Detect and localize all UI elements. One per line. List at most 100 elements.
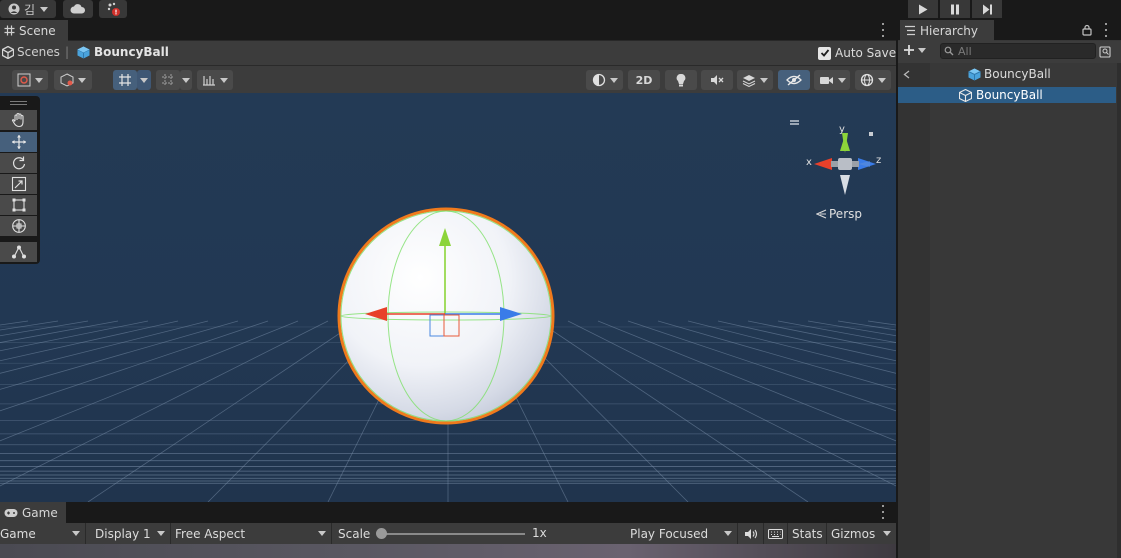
- account-dropdown[interactable]: 김: [0, 0, 56, 18]
- auto-save-toggle[interactable]: Auto Save: [818, 46, 896, 60]
- camera-settings-dropdown[interactable]: [814, 70, 850, 90]
- scale-slider-thumb[interactable]: [376, 528, 387, 539]
- scene-visibility-toggle[interactable]: [778, 70, 810, 90]
- chevron-down-icon: [883, 531, 891, 536]
- rect-tool-button[interactable]: [0, 195, 37, 215]
- scale-value: 1x: [532, 526, 547, 540]
- transform-tool-button[interactable]: [0, 216, 37, 236]
- scene-more-menu-icon[interactable]: [878, 23, 888, 37]
- breadcrumb: Scenes | BouncyBall Auto Save: [0, 41, 896, 65]
- aspect-select[interactable]: Free Aspect: [171, 523, 332, 544]
- hierarchy-scene-header[interactable]: BouncyBall: [898, 64, 1121, 84]
- mute-audio-button[interactable]: [738, 523, 764, 544]
- scene-tab-strip: Scene: [0, 20, 896, 41]
- chevron-down-icon: [140, 77, 148, 83]
- breadcrumb-current[interactable]: BouncyBall: [77, 45, 169, 59]
- shading-mode-dropdown[interactable]: [586, 70, 623, 90]
- lighting-toggle-button[interactable]: [665, 70, 697, 90]
- play-button[interactable]: [908, 0, 938, 18]
- gizmos-select[interactable]: Gizmos: [827, 523, 896, 544]
- prefab-root[interactable]: BouncyBall: [968, 67, 1051, 81]
- grid-toggle-button[interactable]: [113, 70, 137, 90]
- keyboard-shortcuts-button[interactable]: [764, 523, 788, 544]
- hand-tool-button[interactable]: [0, 110, 37, 130]
- auto-save-label: Auto Save: [835, 46, 897, 60]
- hierarchy-list-icon: [905, 25, 915, 36]
- tab-scene-label: Scene: [19, 23, 56, 38]
- step-icon: [982, 4, 992, 14]
- play-icon: [919, 4, 928, 14]
- hierarchy-more-menu-icon[interactable]: [1101, 23, 1111, 37]
- game-view-select[interactable]: Game: [0, 523, 86, 544]
- palette-grip-icon[interactable]: [10, 101, 27, 102]
- list-item[interactable]: BouncyBall: [898, 87, 1116, 103]
- rect-transform-icon: [12, 198, 25, 212]
- hierarchy-scrollbar[interactable]: [1117, 63, 1121, 558]
- step-button[interactable]: [972, 0, 1002, 18]
- gizmos-dropdown[interactable]: [855, 70, 891, 90]
- play-mode-select[interactable]: Play Focused: [626, 523, 738, 544]
- scale-slider[interactable]: [378, 533, 525, 535]
- chevron-down-icon: [878, 77, 886, 83]
- stats-button[interactable]: Stats: [788, 523, 827, 544]
- shaded-cube-icon: [60, 73, 74, 87]
- gizmo-handle-line: [790, 123, 799, 125]
- rotate-icon: [12, 156, 25, 170]
- speaker-icon: [744, 528, 757, 539]
- chevron-down-icon: [318, 531, 326, 536]
- display-select[interactable]: Display 1: [91, 523, 171, 544]
- hierarchy-toolbar: All: [898, 41, 1121, 63]
- scale-tool-button[interactable]: [0, 174, 37, 194]
- grid-options-dropdown[interactable]: [137, 70, 151, 90]
- top-toolbar: 김: [0, 0, 1121, 20]
- snap-toggle-button[interactable]: [156, 70, 180, 90]
- projection-label: Persp: [829, 207, 862, 221]
- breadcrumb-scenes[interactable]: Scenes: [2, 45, 60, 59]
- hierarchy-item-label: BouncyBall: [976, 88, 1043, 102]
- aspect-label: Free Aspect: [175, 526, 246, 541]
- gizmo-axis-x-label: x: [806, 157, 812, 168]
- custom-tool-button[interactable]: [0, 242, 37, 262]
- game-more-menu-icon[interactable]: [878, 505, 888, 519]
- grid-hash-icon: [4, 25, 15, 36]
- effects-dropdown[interactable]: [737, 70, 773, 90]
- back-chevron-icon[interactable]: [903, 70, 910, 79]
- gizmo-axis-z-label: z: [876, 155, 882, 166]
- hierarchy-search-input[interactable]: All: [940, 43, 1096, 59]
- game-toolbar: Game Display 1 Free Aspect Scale 1x Play…: [0, 523, 896, 544]
- chevron-down-icon: [78, 77, 86, 83]
- tab-scene[interactable]: Scene: [0, 20, 68, 41]
- gizmo-sphere-icon: [860, 73, 874, 87]
- draw-mode-dropdown[interactable]: [12, 70, 48, 90]
- tab-hierarchy[interactable]: Hierarchy: [900, 20, 994, 41]
- lock-icon[interactable]: [1082, 24, 1092, 36]
- chevron-down-icon: [837, 77, 846, 83]
- breadcrumb-separator: |: [65, 45, 70, 59]
- auto-save-checkbox[interactable]: [818, 46, 831, 60]
- scene-viewport[interactable]: y x z Persp: [0, 93, 896, 502]
- move-tool-button[interactable]: [0, 132, 37, 152]
- search-icon: [944, 46, 954, 56]
- pause-button[interactable]: [940, 0, 970, 18]
- hierarchy-item-bouncyball[interactable]: BouncyBall: [959, 88, 1043, 102]
- effects-layers-icon: [742, 74, 756, 87]
- snap-options-dropdown[interactable]: [180, 70, 192, 90]
- move-tool-gizmo[interactable]: [360, 223, 530, 343]
- chevron-down-icon: [157, 531, 165, 536]
- 2d-mode-button[interactable]: 2D: [628, 70, 660, 90]
- chevron-down-icon: [918, 47, 926, 53]
- audio-toggle-button[interactable]: [701, 70, 733, 90]
- create-dropdown[interactable]: [903, 44, 926, 56]
- collab-button[interactable]: [99, 0, 127, 18]
- render-mode-dropdown[interactable]: [54, 70, 92, 90]
- cloud-button[interactable]: [63, 0, 93, 18]
- palette-grip-line: [10, 104, 27, 105]
- cloud-icon: [70, 4, 86, 14]
- search-by-type-icon[interactable]: [1099, 46, 1111, 58]
- chevron-down-icon: [760, 77, 768, 83]
- rotate-tool-button[interactable]: [0, 153, 37, 173]
- increment-snap-dropdown[interactable]: [197, 70, 233, 90]
- gizmo-handle[interactable]: [790, 120, 799, 122]
- projection-toggle[interactable]: Persp: [816, 207, 862, 221]
- tab-game[interactable]: Game: [0, 502, 66, 523]
